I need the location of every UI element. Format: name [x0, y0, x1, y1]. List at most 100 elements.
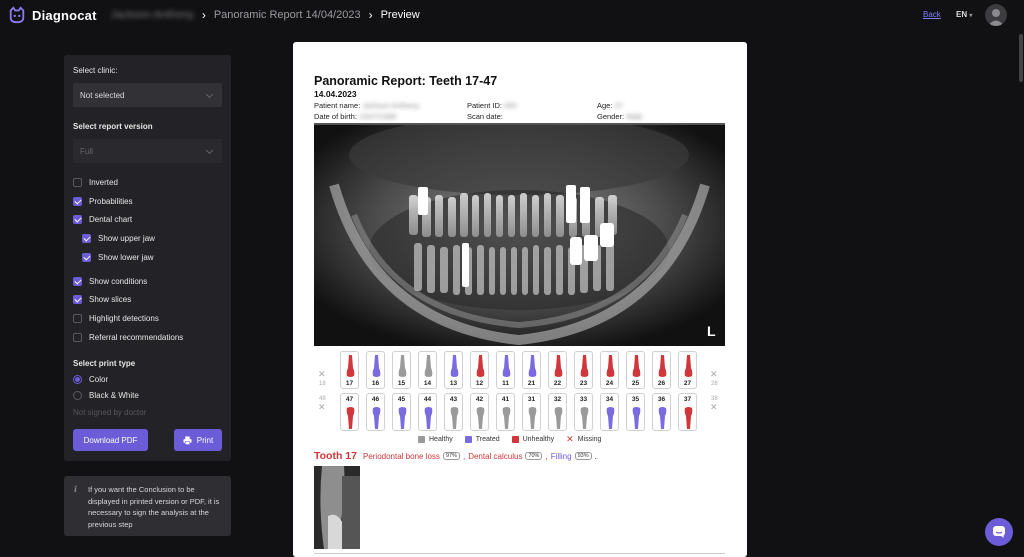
condition-periodontal-bone-loss: Periodontal bone loss — [362, 451, 440, 461]
checkbox[interactable] — [82, 253, 91, 262]
tooth-26-icon — [658, 355, 667, 377]
radio[interactable] — [73, 375, 82, 384]
patient-id-label: Patient ID: — [467, 101, 503, 110]
language-selector[interactable]: EN ▾ — [956, 10, 972, 19]
tooth-32-shape — [554, 407, 563, 429]
option-referral-recommendations[interactable]: Referral recommendations — [73, 333, 183, 342]
signature-info-box: i If you want the Conclusion to be displ… — [64, 476, 231, 536]
age-label: Age: — [597, 101, 613, 110]
finding-tooth-number: Tooth 17 — [314, 450, 357, 462]
option-show-slices[interactable]: Show slices — [73, 295, 131, 304]
tooth-47: 47 — [340, 393, 359, 431]
option-inverted[interactable]: Inverted — [73, 178, 118, 187]
option-label: Probabilities — [89, 197, 133, 206]
tooth-42-shape — [476, 407, 485, 429]
tooth-21-icon — [528, 355, 537, 377]
checkbox[interactable] — [73, 277, 82, 286]
chat-icon — [993, 526, 1005, 538]
tooth-17-shape — [346, 355, 355, 377]
tooth-35-shape — [632, 407, 641, 429]
option-show-conditions[interactable]: Show conditions — [73, 277, 147, 286]
tooth-44-icon — [424, 407, 433, 429]
legend-healthy: Healthy — [418, 436, 453, 443]
print-type-bw[interactable]: Black & White — [73, 391, 139, 400]
tooth-21-shape — [528, 355, 537, 377]
tooth-23-icon — [580, 355, 589, 377]
back-link[interactable]: Back — [923, 10, 941, 19]
option-highlight-detections[interactable]: Highlight detections — [73, 314, 159, 323]
tooth-number: 34 — [605, 396, 614, 403]
option-label: Show conditions — [89, 277, 148, 286]
option-dental-chart[interactable]: Dental chart — [73, 215, 132, 224]
tooth-26: 26 — [652, 351, 671, 389]
option-label: Inverted — [89, 178, 118, 187]
option-show-lower-jaw[interactable]: Show lower jaw — [82, 253, 154, 262]
scan-date-label: Scan date: — [467, 112, 503, 121]
tooth-44-shape — [424, 407, 433, 429]
checkbox[interactable] — [73, 178, 82, 187]
missing-tooth-38-icon: ✕ — [710, 402, 718, 412]
tooth-37-icon — [684, 407, 693, 429]
option-label: Referral recommendations — [89, 333, 184, 342]
tooth-number: 41 — [501, 396, 510, 403]
checkbox[interactable] — [82, 234, 91, 243]
clinic-select[interactable]: Not selected — [73, 83, 222, 107]
tooth-41-shape — [502, 407, 511, 429]
missing-tooth-28-icon: ✕ — [710, 369, 718, 379]
checkbox[interactable] — [73, 314, 82, 323]
checkbox[interactable] — [73, 215, 82, 224]
checkbox[interactable] — [73, 197, 82, 206]
print-type-color[interactable]: Color — [73, 375, 108, 384]
breadcrumb-report[interactable]: Panoramic Report 14/04/2023 — [214, 9, 361, 21]
checkbox[interactable] — [73, 333, 82, 342]
condition-probability: 97% — [442, 452, 460, 460]
tooth-12-shape — [476, 355, 485, 377]
tooth-11: 11 — [496, 351, 515, 389]
tooth-43-icon — [450, 407, 459, 429]
download-pdf-button[interactable]: Download PDF — [73, 429, 148, 451]
version-select-value: Full — [80, 147, 93, 156]
option-show-upper-jaw[interactable]: Show upper jaw — [82, 234, 155, 243]
print-button[interactable]: Print — [174, 429, 222, 451]
tooth-33: 33 — [574, 393, 593, 431]
tooth-25: 25 — [626, 351, 645, 389]
breadcrumb-current: Preview — [380, 9, 420, 21]
chat-support-button[interactable] — [985, 518, 1013, 546]
tooth-37: 37 — [678, 393, 697, 431]
gender-field: Gender: Male — [597, 112, 642, 121]
option-label: Show lower jaw — [98, 253, 154, 262]
checkbox[interactable] — [73, 295, 82, 304]
chevron-down-icon — [205, 146, 214, 155]
separator: , — [462, 451, 466, 461]
page-scrollbar[interactable] — [1019, 34, 1023, 82]
tooth-number: 14 — [423, 380, 432, 387]
patient-id-field: Patient ID: 000 — [467, 101, 517, 110]
tooth-11-shape — [502, 355, 511, 377]
missing-tooth-18-icon: ✕ — [318, 369, 326, 379]
tooth-number: 33 — [579, 396, 588, 403]
user-avatar[interactable] — [985, 4, 1007, 26]
version-select[interactable]: Full — [73, 139, 222, 163]
breadcrumb-chevron-icon: › — [368, 8, 373, 22]
panoramic-xray-image: L — [314, 125, 725, 346]
tooth-number: 12 — [475, 380, 484, 387]
age-field: Age: 37 — [597, 101, 623, 110]
scan-date-field: Scan date: — [467, 112, 503, 121]
option-label: Show slices — [89, 295, 132, 304]
dob-field: Date of birth: 15/07/1985 — [314, 112, 397, 121]
tooth-45-shape — [398, 407, 407, 429]
tooth-number: 25 — [631, 380, 640, 387]
tooth-number: 15 — [397, 380, 406, 387]
legend-label: Healthy — [429, 436, 453, 443]
tooth-number: 35 — [631, 396, 640, 403]
xray-graphic: L — [314, 125, 725, 346]
print-settings-panel: Select clinic: Not selected Select repor… — [64, 55, 231, 461]
radio[interactable] — [73, 391, 82, 400]
option-probabilities[interactable]: Probabilities — [73, 197, 133, 206]
tooth-17: 17 — [340, 351, 359, 389]
breadcrumb-patient[interactable]: Jackson Anthony — [111, 9, 194, 21]
brand-logo[interactable]: Diagnocat — [8, 6, 97, 24]
separator: . — [594, 451, 597, 461]
tooth-number: 32 — [553, 396, 562, 403]
tooth-34-icon — [606, 407, 615, 429]
